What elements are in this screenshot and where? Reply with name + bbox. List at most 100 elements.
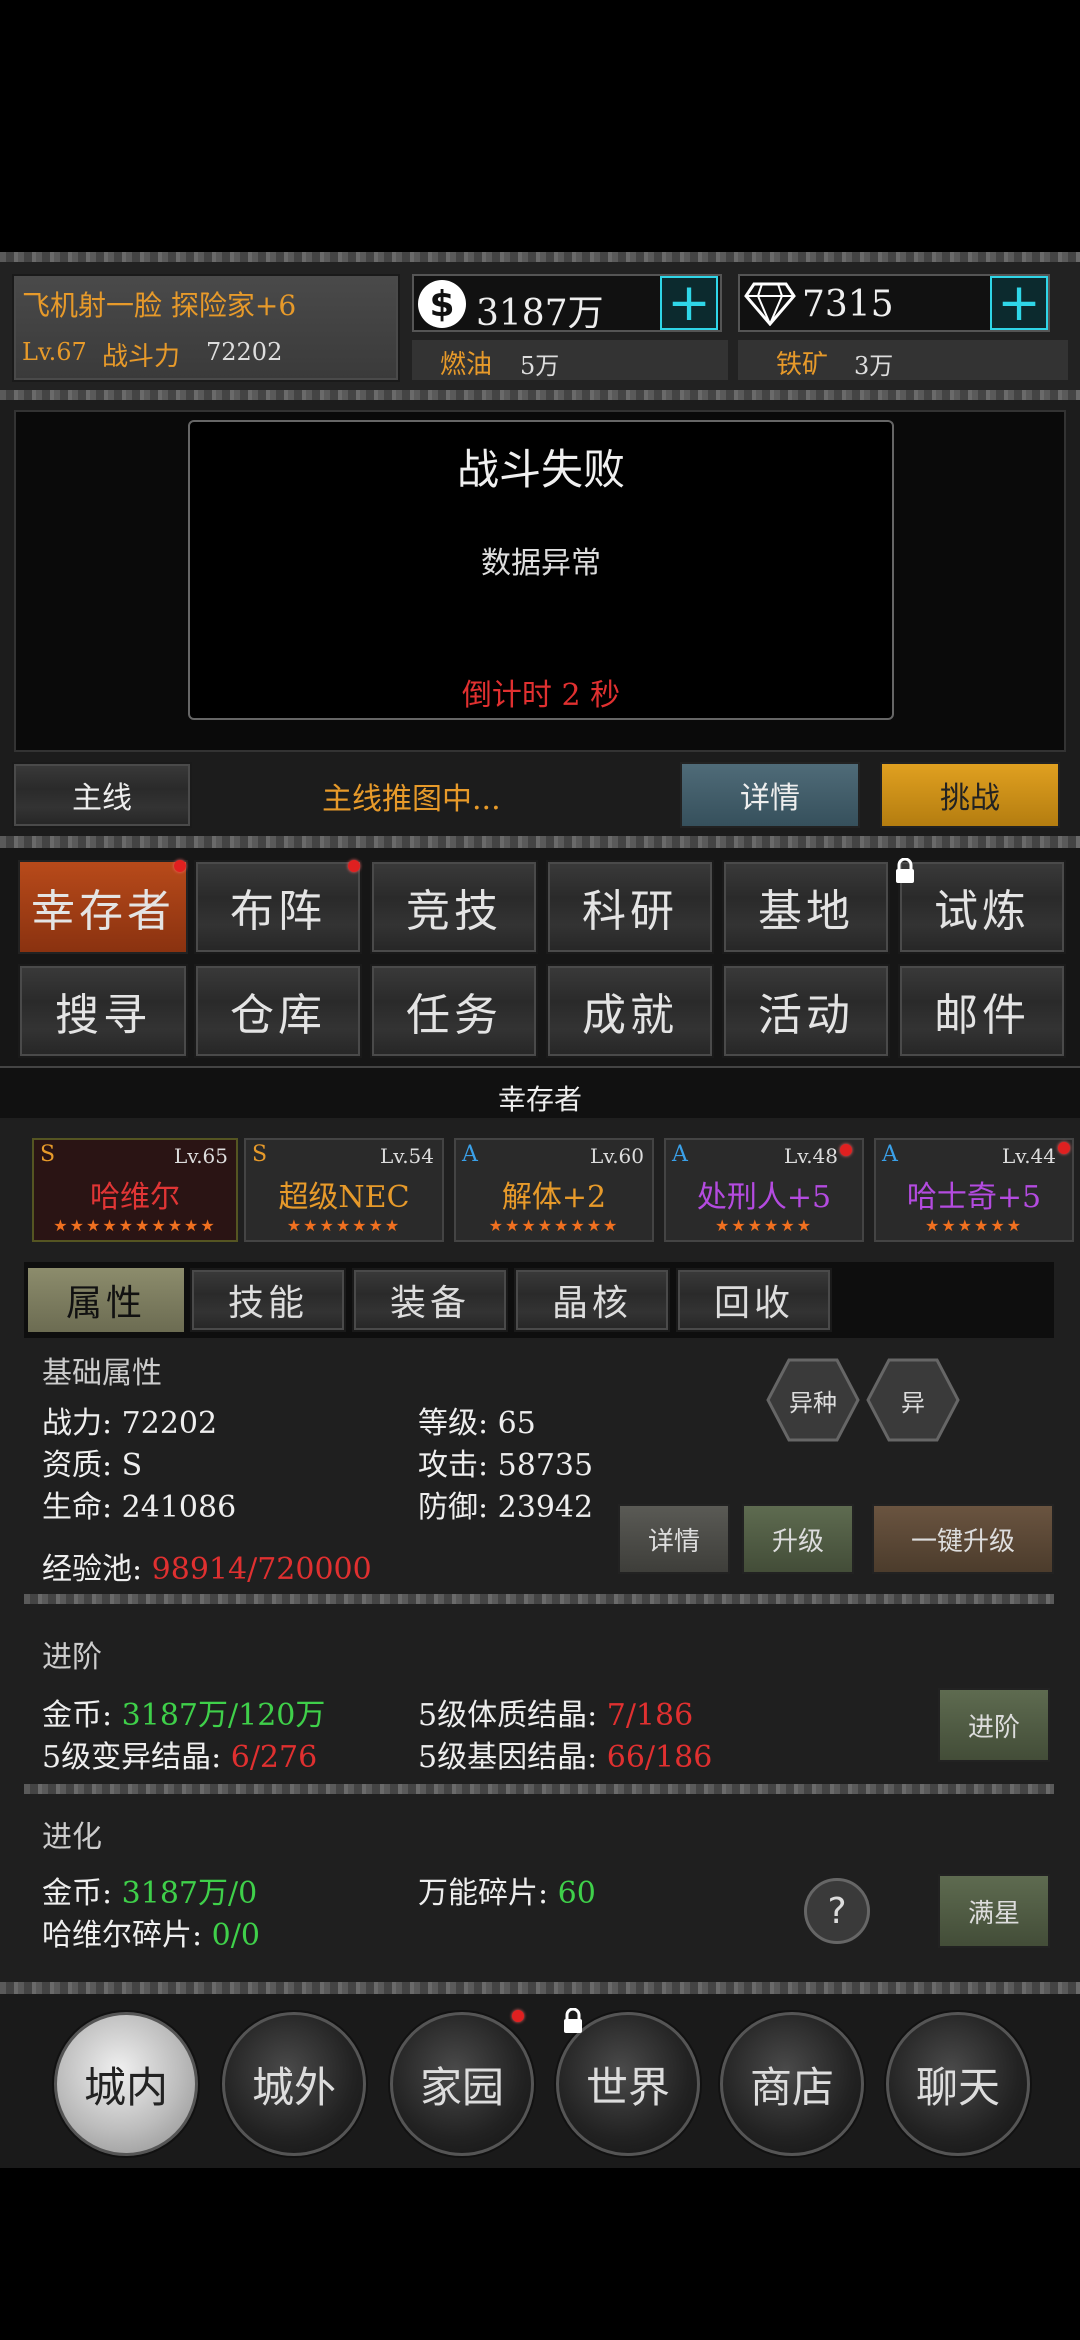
hero-card[interactable]: A Lv.60 解体+2 ★★★★★★★★ [454, 1138, 654, 1242]
notification-dot [840, 1144, 852, 1156]
feature-event[interactable]: 活动 [722, 964, 890, 1058]
hero-card[interactable]: A Lv.48 处刑人+5 ★★★★★★ [664, 1138, 864, 1242]
attr-attack: 攻击: 58735 [418, 1448, 594, 1483]
attr-aptitude: 资质: S [42, 1448, 143, 1483]
feature-research[interactable]: 科研 [546, 860, 714, 954]
add-gem-button[interactable]: + [990, 273, 1048, 333]
ore-value: 3万 [854, 352, 894, 380]
tab-equipment[interactable]: 装备 [352, 1268, 508, 1332]
fuel-label: 燃油 [440, 350, 493, 380]
advance-mutation-value: 6/276 [230, 1740, 318, 1775]
feature-survivor[interactable]: 幸存者 [18, 860, 188, 954]
survivor-panel: 幸存者 S Lv.65 哈维尔 ★★★★★★★★★★ S Lv.54 超级NEC… [0, 1066, 1080, 1986]
advance-gene-value: 66/186 [606, 1740, 713, 1775]
hero-stars: ★★★★★★★ [286, 1216, 402, 1235]
hero-grade: A [462, 1142, 478, 1167]
help-icon[interactable]: ? [804, 1878, 870, 1944]
fuel-box: 燃油 5万 [412, 340, 728, 380]
feature-trial[interactable]: 试炼 [898, 860, 1066, 954]
exp-pool-label: 经验池: [42, 1552, 152, 1587]
mainline-button[interactable]: 主线 [12, 762, 192, 828]
section-title-bar: 幸存者 [0, 1066, 1080, 1118]
power-label: 战斗力 [102, 342, 181, 372]
section-divider [24, 1784, 1054, 1794]
feature-warehouse[interactable]: 仓库 [194, 964, 362, 1058]
battle-result-message: 数据异常 [481, 546, 601, 581]
diamond-icon [744, 282, 796, 326]
battle-result-title: 战斗失败 [456, 445, 625, 494]
battle-result-dialog: 战斗失败 数据异常 倒计时 2 秒 [188, 420, 894, 720]
tab-attributes[interactable]: 属性 [28, 1268, 184, 1332]
feature-arena[interactable]: 竞技 [370, 860, 538, 954]
feature-task[interactable]: 任务 [370, 964, 538, 1058]
evolve-gold-value: 3187万/0 [121, 1876, 258, 1911]
mutant-hex-button-2[interactable] [866, 1358, 960, 1442]
hero-stars: ★★★★★★★★ [488, 1216, 620, 1235]
fuel-value: 5万 [520, 352, 560, 380]
advance-gold: 金币: 3187万/120万 [42, 1690, 325, 1734]
advance-mutation-label: 5级变异结晶: [42, 1740, 231, 1775]
hero-grade: A [882, 1142, 898, 1167]
exp-pool-value: 98914/720000 [151, 1552, 372, 1587]
evolve-frag-label: 哈维尔碎片: [42, 1918, 212, 1953]
evolve-gold: 金币: 3187万/0 [42, 1868, 257, 1912]
tab-skills[interactable]: 技能 [190, 1268, 346, 1332]
attr-level: 等级: 65 [418, 1406, 536, 1441]
hero-grade: A [672, 1142, 688, 1167]
add-gold-button[interactable]: + [660, 273, 718, 333]
feature-achievement[interactable]: 成就 [546, 964, 714, 1058]
nav-chat[interactable]: 聊天 [886, 2012, 1030, 2156]
tab-recycle[interactable]: 回收 [676, 1268, 832, 1332]
evolve-heading: 进化 [42, 1820, 102, 1855]
power-value: 72202 [206, 338, 283, 366]
hero-stars: ★★★★★★★★★★ [53, 1216, 217, 1235]
feature-formation[interactable]: 布阵 [194, 860, 362, 954]
nav-homeland[interactable]: 家园 [390, 2012, 534, 2156]
evolve-universal-fragment: 万能碎片: 60 [418, 1868, 596, 1912]
attr-defense: 防御: 23942 [418, 1490, 594, 1525]
hero-name: 超级NEC [278, 1180, 410, 1215]
mainline-row: 主线 主线推图中... 详情 挑战 [0, 756, 1080, 836]
feature-base[interactable]: 基地 [722, 860, 890, 954]
tab-crystal-core[interactable]: 晶核 [514, 1268, 670, 1332]
attr-detail-button[interactable]: 详情 [618, 1504, 730, 1574]
advance-gold-value: 3187万/120万 [121, 1698, 326, 1733]
hero-grade: S [252, 1142, 268, 1167]
battle-area: 战斗失败 数据异常 倒计时 2 秒 [0, 400, 1080, 756]
section-divider [24, 1594, 1054, 1604]
feature-grid: 幸存者 布阵 竞技 科研 基地 试炼 搜寻 仓库 任务 成就 活动 邮件 [0, 848, 1080, 1066]
battle-screen: 战斗失败 数据异常 倒计时 2 秒 [14, 410, 1066, 752]
notification-dot [174, 860, 186, 872]
mutant-hex-button[interactable] [766, 1358, 860, 1442]
hero-stars: ★★★★★★ [924, 1216, 1024, 1235]
hero-name: 哈士奇+5 [906, 1180, 1042, 1215]
bottom-nav: 城内 城外 家园 世界 商店 聊天 [0, 1994, 1080, 2168]
player-info-panel[interactable]: 飞机射一脸 探险家+6 Lv.67 战斗力 72202 [12, 274, 400, 382]
hero-name: 处刑人+5 [696, 1180, 832, 1215]
mainline-status: 主线推图中... [322, 782, 501, 817]
nav-city-inside[interactable]: 城内 [54, 2012, 198, 2156]
hero-card[interactable]: A Lv.44 哈士奇+5 ★★★★★★ [874, 1138, 1074, 1242]
evolve-universal-value: 60 [557, 1876, 596, 1911]
hero-level: Lv.44 [1001, 1144, 1056, 1168]
max-star-button[interactable]: 满星 [938, 1874, 1050, 1948]
ore-box: 铁矿 3万 [738, 340, 1068, 380]
advance-body-label: 5级体质结晶: [418, 1698, 607, 1733]
hero-card[interactable]: S Lv.65 哈维尔 ★★★★★★★★★★ [32, 1138, 238, 1242]
oneclick-upgrade-button[interactable]: 一键升级 [872, 1504, 1054, 1574]
header-top-border [0, 252, 1080, 262]
hero-card[interactable]: S Lv.54 超级NEC ★★★★★★★ [244, 1138, 444, 1242]
nav-shop[interactable]: 商店 [720, 2012, 864, 2156]
gem-value: 7315 [802, 284, 894, 325]
upgrade-button[interactable]: 升级 [742, 1504, 854, 1574]
detail-button[interactable]: 详情 [680, 762, 860, 828]
feature-search[interactable]: 搜寻 [18, 964, 188, 1058]
divider-bar [0, 836, 1080, 848]
nav-city-outside[interactable]: 城外 [222, 2012, 366, 2156]
challenge-button[interactable]: 挑战 [880, 762, 1060, 828]
advance-button[interactable]: 进阶 [938, 1688, 1050, 1762]
advance-body-value: 7/186 [606, 1698, 694, 1733]
feature-mail[interactable]: 邮件 [898, 964, 1066, 1058]
advance-gene-crystal: 5级基因结晶: 66/186 [418, 1732, 712, 1776]
exp-pool: 经验池: 98914/720000 [42, 1544, 372, 1588]
